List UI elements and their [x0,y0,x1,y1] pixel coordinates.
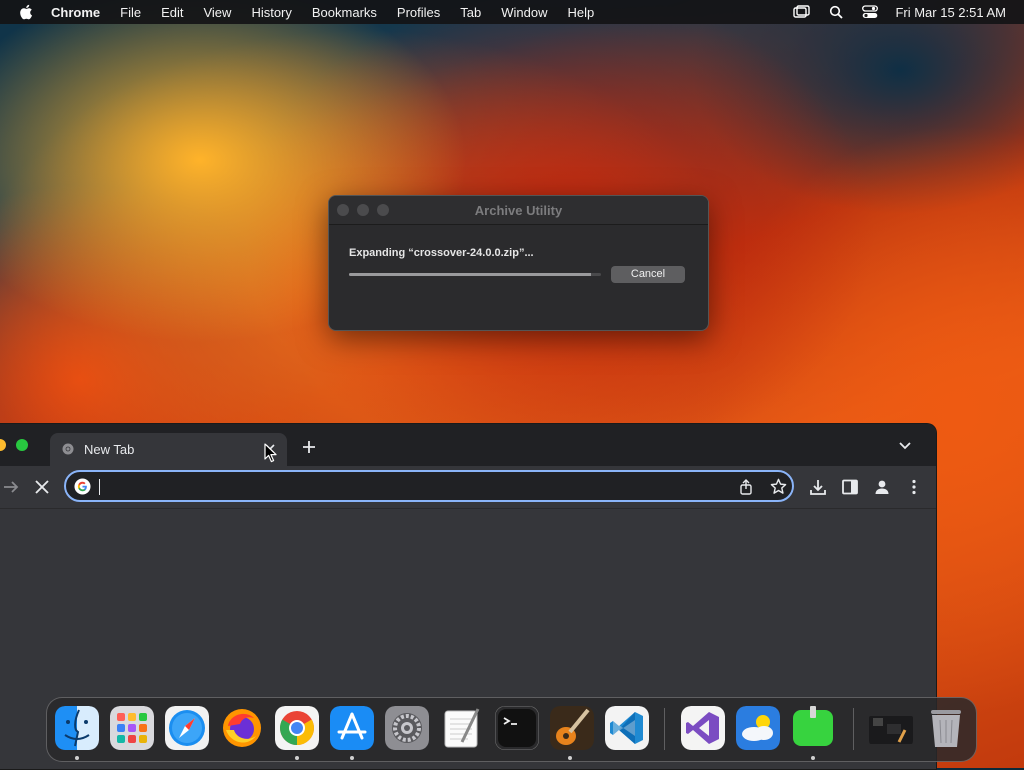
more-options-kebab-icon[interactable] [905,478,923,496]
system-settings-icon[interactable] [385,706,429,750]
terminal-icon[interactable] [495,706,539,750]
tab-title: New Tab [84,442,135,457]
cancel-button[interactable]: Cancel [611,266,685,283]
spotlight-search-icon[interactable] [827,5,845,19]
stop-loading-x-icon[interactable] [33,478,51,496]
menu-app-name[interactable]: Chrome [51,5,100,20]
expand-progress-bar [349,273,601,276]
safari-icon[interactable] [165,706,209,750]
menu-tab[interactable]: Tab [460,5,481,20]
chrome-icon[interactable] [275,706,319,750]
textedit-icon[interactable] [440,706,484,750]
minimize-window-button[interactable] [0,439,6,451]
menu-file[interactable]: File [120,5,141,20]
mouse-pointer-icon [264,443,277,463]
expanding-message: Expanding “crossover-24.0.0.zip”... [349,247,534,259]
finder-running-indicator [75,756,79,760]
text-caret [99,479,100,495]
gpu-monitor-running-indicator [811,756,815,760]
side-panel-icon[interactable] [841,478,859,496]
firefox-icon[interactable] [220,706,264,750]
menu-window[interactable]: Window [501,5,547,20]
menu-bookmarks[interactable]: Bookmarks [312,5,377,20]
dock-separator [664,708,665,750]
zoom-window-button[interactable] [16,439,28,451]
app-store-running-indicator [350,756,354,760]
finder-icon[interactable] [55,706,99,750]
google-g-icon [74,478,91,495]
launchpad-icon[interactable] [110,706,154,750]
apple-icon[interactable] [19,4,33,20]
progress-fill [349,273,591,276]
control-center-icon[interactable] [861,5,879,19]
menu-edit[interactable]: Edit [161,5,183,20]
new-tab-plus-icon[interactable] [300,438,318,456]
dock [46,697,977,762]
screen-mirroring-icon[interactable] [793,5,811,19]
downloads-stack-icon[interactable] [869,706,913,750]
menu-history[interactable]: History [251,5,291,20]
dock-separator [853,708,854,750]
app-store-icon[interactable] [330,706,374,750]
visual-studio-icon[interactable] [681,706,725,750]
dialog-title: Archive Utility [474,203,563,218]
dialog-titlebar[interactable]: Archive Utility [329,196,708,225]
browser-toolbar [0,466,936,509]
menu-bar: Chrome File Edit View History Bookmarks … [0,0,1024,24]
tab-new-tab[interactable]: New Tab [50,433,287,466]
profile-avatar-icon[interactable] [873,478,891,496]
chrome-favicon-icon [62,443,74,455]
address-bar[interactable] [64,470,794,502]
garageband-running-indicator [568,756,572,760]
trash-icon[interactable] [924,706,968,750]
gpu-monitor-icon[interactable] [791,706,835,750]
garageband-icon[interactable] [550,706,594,750]
menu-help[interactable]: Help [568,5,595,20]
menu-view[interactable]: View [203,5,231,20]
forward-arrow-icon[interactable] [2,478,20,496]
omnibox-input[interactable] [102,476,726,498]
tab-search-chevron-down-icon[interactable] [897,440,913,452]
menubar-clock[interactable]: Fri Mar 15 2:51 AM [895,5,1006,20]
vscode-icon[interactable] [605,706,649,750]
archive-utility-dialog: Archive Utility Expanding “crossover-24.… [328,195,709,331]
chrome-running-indicator [295,756,299,760]
share-icon[interactable] [738,479,754,495]
weather-icon[interactable] [736,706,780,750]
tab-strip: New Tab [0,424,936,466]
download-icon[interactable] [809,478,827,496]
bookmark-star-icon[interactable] [770,478,787,495]
menu-profiles[interactable]: Profiles [397,5,440,20]
